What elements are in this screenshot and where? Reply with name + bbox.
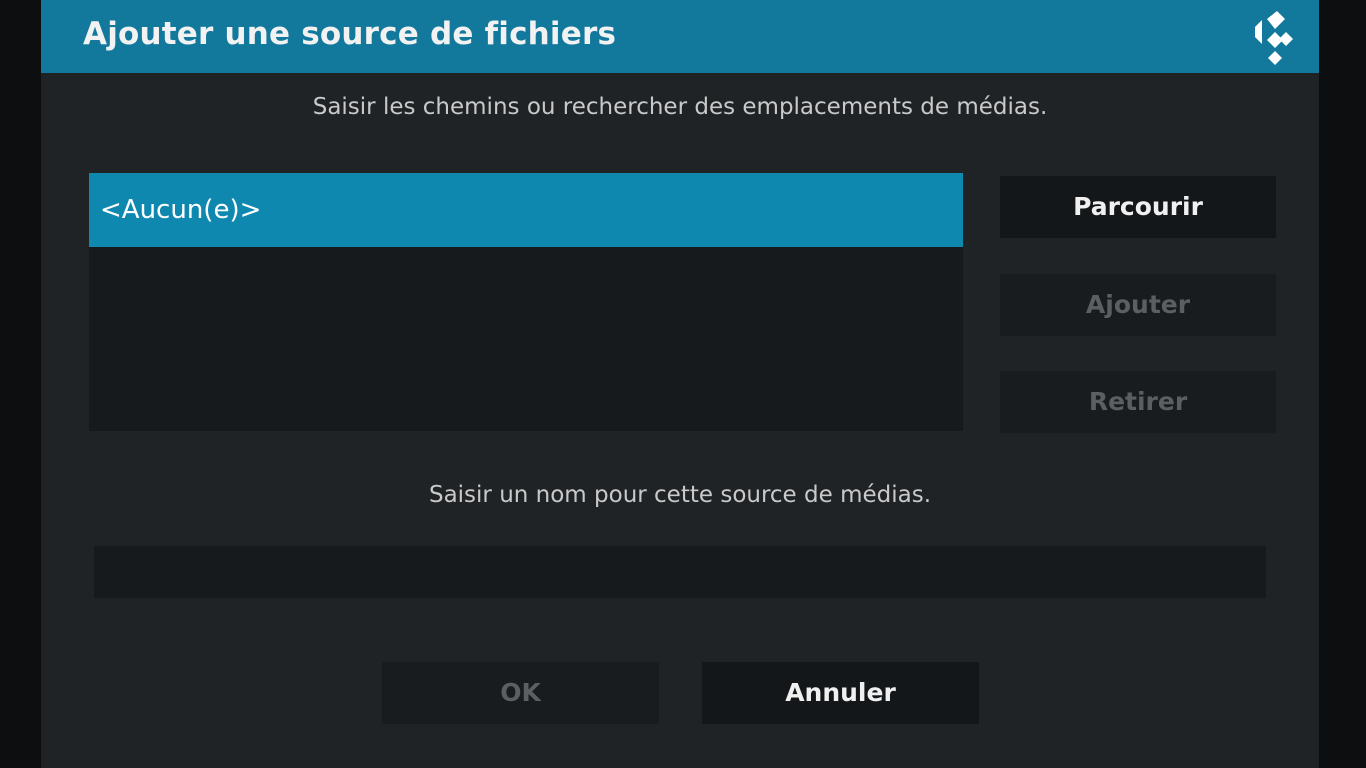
paths-heading: Saisir les chemins ou rechercher des emp… xyxy=(312,94,1048,120)
add-button[interactable]: Ajouter xyxy=(1000,274,1276,336)
source-name-heading: Saisir un nom pour cette source de média… xyxy=(428,482,932,508)
path-list[interactable]: <Aucun(e)> xyxy=(89,173,963,431)
add-source-dialog: Ajouter une source de fichiers Saisir le… xyxy=(41,0,1319,768)
remove-button[interactable]: Retirer xyxy=(1000,371,1276,433)
kodi-logo-icon xyxy=(1255,11,1293,65)
browse-button[interactable]: Parcourir xyxy=(1000,176,1276,238)
dialog-title: Ajouter une source de fichiers xyxy=(83,16,617,52)
source-name-input[interactable] xyxy=(94,546,1266,598)
cancel-button[interactable]: Annuler xyxy=(702,662,979,724)
path-list-item[interactable]: <Aucun(e)> xyxy=(89,173,963,247)
ok-button[interactable]: OK xyxy=(382,662,659,724)
dialog-titlebar: Ajouter une source de fichiers xyxy=(41,0,1319,73)
